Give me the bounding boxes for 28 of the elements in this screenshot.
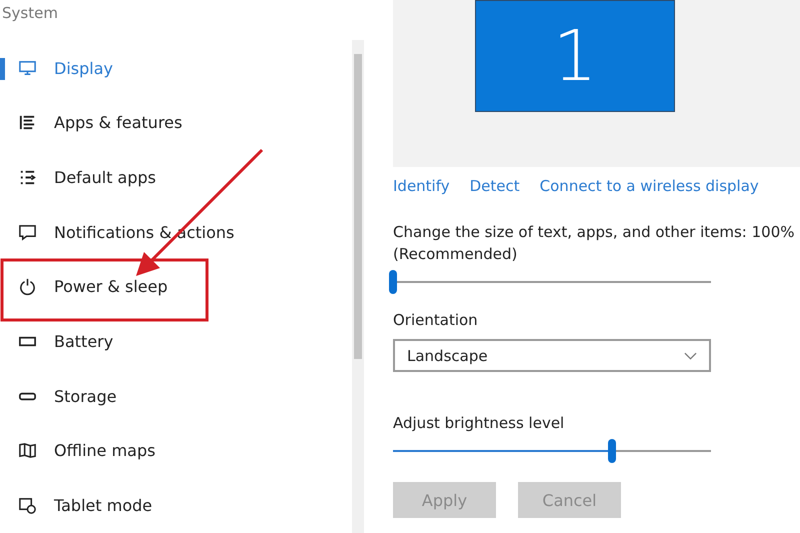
monitor-icon xyxy=(18,58,37,78)
map-icon xyxy=(18,441,37,460)
link[interactable]: Connect to a wireless display xyxy=(540,177,759,207)
slider[interactable] xyxy=(393,438,711,464)
scrollbar[interactable] xyxy=(352,40,364,533)
sidebar-item[interactable]: Apps & features xyxy=(0,96,352,150)
dropdown[interactable]: Landscape xyxy=(393,339,711,372)
sidebar-item[interactable]: Offline maps xyxy=(0,424,352,478)
tablet-icon xyxy=(18,496,37,516)
sidebar-item[interactable]: Display xyxy=(0,40,352,96)
slider-thumb[interactable] xyxy=(608,439,616,463)
slider-thumb[interactable] xyxy=(389,270,397,294)
setting-label: Change the size of text, apps, and other items: 100% (Recommended) xyxy=(393,222,796,265)
sidebar-item[interactable]: Power & sleep xyxy=(0,260,352,314)
sidebar-item[interactable]: Battery xyxy=(0,314,352,369)
sidebar-item[interactable]: Default apps xyxy=(0,150,352,205)
scroll-thumb[interactable] xyxy=(354,54,362,359)
link[interactable]: Identify xyxy=(393,177,450,207)
setting-label: Orientation xyxy=(393,310,479,331)
sidebar-item[interactable]: Storage xyxy=(0,368,352,424)
chevron-icon xyxy=(684,352,697,360)
speech-bubble-icon xyxy=(18,222,37,242)
power-icon xyxy=(18,277,37,296)
monitor-tile[interactable]: 1 xyxy=(475,0,675,112)
setting-label: Adjust brightness level xyxy=(393,413,566,434)
sidebar-item[interactable]: Tablet mode xyxy=(0,478,352,533)
link[interactable]: Detect xyxy=(470,177,520,207)
window-title: System xyxy=(1,3,59,24)
